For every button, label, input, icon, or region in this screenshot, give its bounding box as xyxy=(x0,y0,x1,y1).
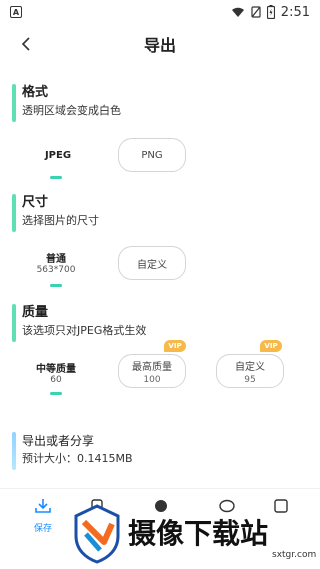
status-left: A xyxy=(10,6,22,18)
status-bar: A 2:51 xyxy=(0,0,320,24)
quality-option-custom-value: 95 xyxy=(244,374,256,385)
quality-option-highest-value: 100 xyxy=(143,374,161,385)
quality-title: 质量 xyxy=(22,305,49,320)
format-option-jpeg-label: JPEG xyxy=(44,150,72,161)
format-option-jpeg[interactable]: JPEG xyxy=(38,150,78,161)
section-accent-bar xyxy=(12,84,16,122)
watermark-domain: sxtgr.com xyxy=(272,550,317,560)
quality-subtitle: 该选项只对JPEG格式生效 xyxy=(22,324,147,337)
selected-indicator xyxy=(50,284,62,287)
status-right: 2:51 xyxy=(231,5,310,20)
quality-option-highest-label: 最高质量 xyxy=(132,361,172,373)
save-button[interactable]: 保存 xyxy=(28,497,58,534)
size-option-normal-label: 普通 xyxy=(46,254,66,265)
vip-badge: VIP xyxy=(260,340,282,352)
size-option-normal[interactable]: 普通 563*700 xyxy=(32,250,80,275)
size-title: 尺寸 xyxy=(22,195,49,210)
size-section-header: 尺寸 选择图片的尺寸 xyxy=(12,194,99,232)
download-icon xyxy=(35,499,51,513)
export-title: 导出或者分享 xyxy=(22,434,95,448)
battery-charging-icon xyxy=(266,5,275,19)
section-accent-bar xyxy=(12,304,16,342)
format-option-png[interactable]: PNG xyxy=(118,138,186,172)
size-option-normal-value: 563*700 xyxy=(36,265,76,275)
selected-indicator xyxy=(50,392,62,395)
export-estimate: 预计大小：0.1415MB xyxy=(22,452,133,465)
quality-option-medium[interactable]: 中等质量 60 xyxy=(30,360,82,385)
page-title: 导出 xyxy=(143,36,176,55)
size-option-custom-label: 自定义 xyxy=(137,259,167,271)
export-section-header: 导出或者分享 预计大小：0.1415MB xyxy=(12,432,133,470)
header: 导出 xyxy=(0,24,320,64)
section-accent-bar xyxy=(12,432,16,470)
save-label: 保存 xyxy=(33,524,52,534)
quality-option-medium-label: 中等质量 xyxy=(36,364,76,375)
quality-section-header: 质量 该选项只对JPEG格式生效 xyxy=(12,304,146,342)
no-sim-icon xyxy=(251,6,261,18)
watermark: 摄像下载站 sxtgr.com xyxy=(72,498,320,568)
wifi-icon xyxy=(231,7,244,17)
section-accent-bar xyxy=(12,194,16,232)
format-option-png-label: PNG xyxy=(141,149,163,161)
vip-badge: VIP xyxy=(164,340,186,352)
quality-option-highest[interactable]: 最高质量 100 xyxy=(118,354,186,388)
watermark-logo-icon xyxy=(74,504,120,564)
notification-a-icon: A xyxy=(10,6,22,18)
chevron-left-icon xyxy=(21,37,30,51)
format-section-header: 格式 透明区域会变成白色 xyxy=(12,84,121,122)
size-subtitle: 选择图片的尺寸 xyxy=(22,214,99,227)
quality-option-medium-value: 60 xyxy=(50,375,62,385)
format-subtitle: 透明区域会变成白色 xyxy=(22,104,121,117)
status-time: 2:51 xyxy=(280,4,310,20)
size-option-custom[interactable]: 自定义 xyxy=(118,246,186,280)
back-button[interactable] xyxy=(14,30,38,58)
quality-option-custom-label: 自定义 xyxy=(235,361,265,373)
format-title: 格式 xyxy=(22,85,49,100)
selected-indicator xyxy=(50,176,62,179)
watermark-text: 摄像下载站 xyxy=(128,517,269,550)
quality-option-custom[interactable]: 自定义 95 xyxy=(216,354,284,388)
